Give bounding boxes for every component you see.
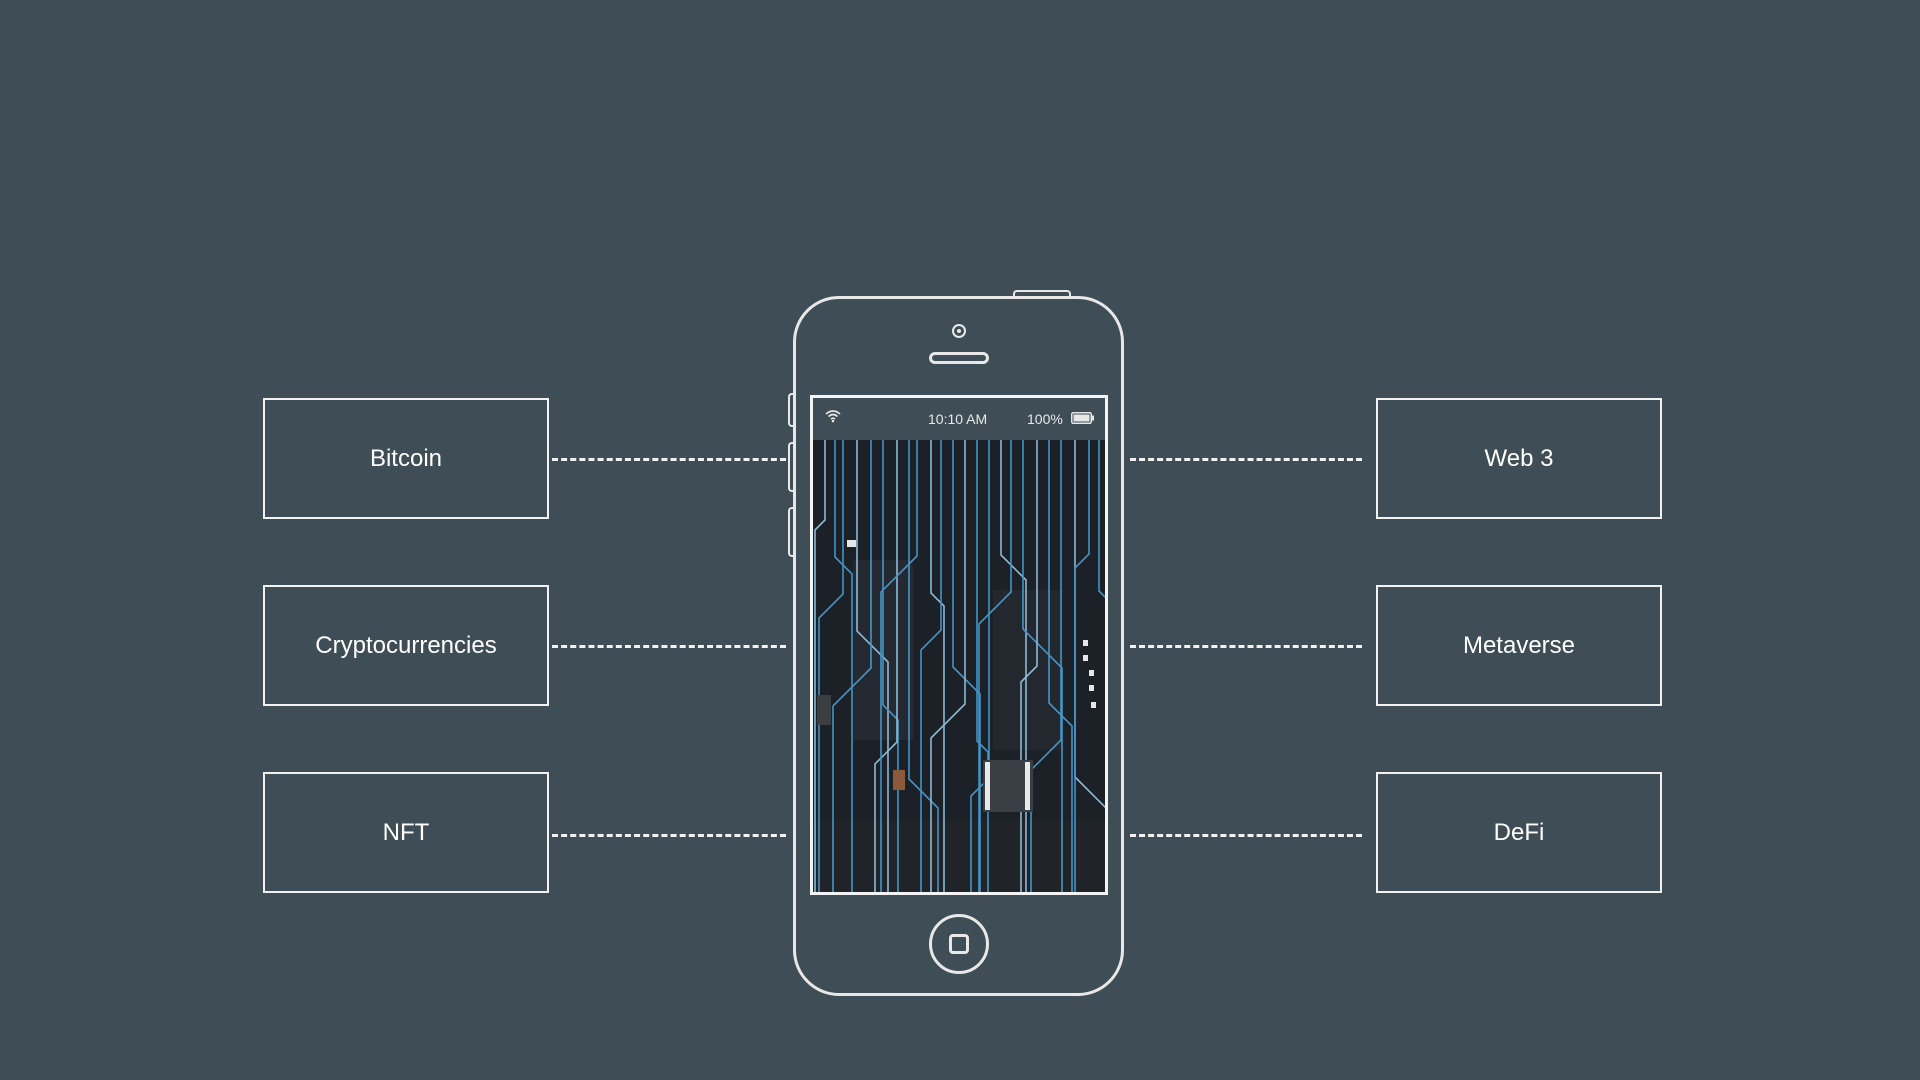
topic-box-cryptocurrencies[interactable]: Cryptocurrencies bbox=[263, 585, 549, 706]
battery-icon bbox=[1071, 412, 1094, 424]
phone-screen: 10:10 AM 100% bbox=[810, 395, 1108, 895]
connector-line-metaverse bbox=[1130, 645, 1362, 648]
topic-label: NFT bbox=[382, 818, 430, 846]
connector-line-cryptocurrencies bbox=[552, 645, 786, 648]
connector-line-bitcoin bbox=[552, 458, 786, 461]
status-bar: 10:10 AM 100% bbox=[813, 398, 1105, 440]
topic-box-metaverse[interactable]: Metaverse bbox=[1376, 585, 1662, 706]
status-time: 10:10 AM bbox=[928, 411, 988, 427]
circuit-board-image bbox=[813, 440, 1105, 892]
topic-box-web3[interactable]: Web 3 bbox=[1376, 398, 1662, 519]
topic-label: Bitcoin bbox=[369, 444, 443, 472]
topic-label: Metaverse bbox=[1462, 631, 1576, 659]
topic-box-bitcoin[interactable]: Bitcoin bbox=[263, 398, 549, 519]
connector-line-web3 bbox=[1130, 458, 1362, 461]
battery-percentage: 100% bbox=[1027, 411, 1063, 427]
speaker-icon bbox=[929, 352, 989, 364]
topic-label: Cryptocurrencies bbox=[315, 631, 497, 659]
home-button-icon[interactable] bbox=[929, 914, 989, 974]
topic-label: DeFi bbox=[1493, 818, 1545, 846]
topic-box-defi[interactable]: DeFi bbox=[1376, 772, 1662, 893]
connector-line-nft bbox=[552, 834, 786, 837]
camera-icon bbox=[952, 324, 966, 338]
topic-label: Web 3 bbox=[1484, 444, 1554, 472]
connector-line-defi bbox=[1130, 834, 1362, 837]
topic-box-nft[interactable]: NFT bbox=[263, 772, 549, 893]
wifi-icon bbox=[825, 410, 841, 423]
